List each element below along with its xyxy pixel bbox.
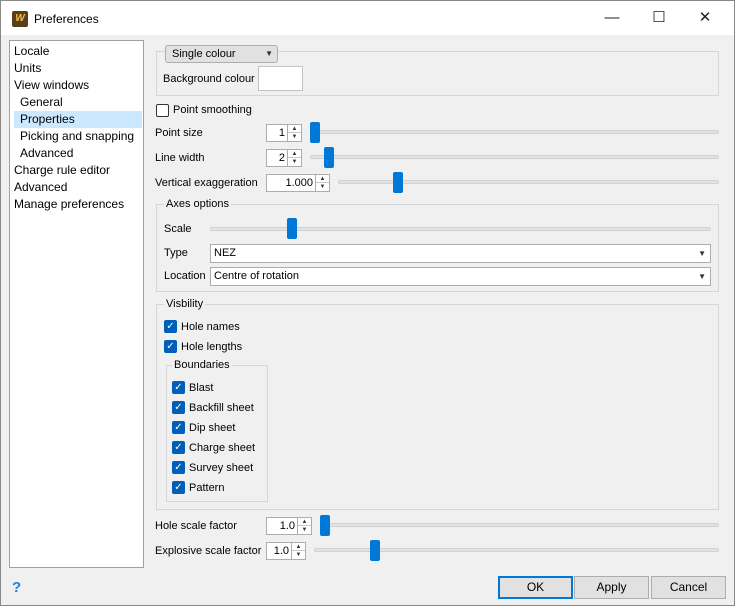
ok-button[interactable]: OK (498, 576, 573, 599)
apply-button[interactable]: Apply (574, 576, 649, 599)
sidebar-item-view-advanced[interactable]: Advanced (20, 145, 142, 162)
sidebar-item-view-windows[interactable]: View windows (14, 77, 142, 94)
vertical-exaggeration-spinbox[interactable]: 1.000 ▲ ▼ (266, 174, 330, 192)
axes-location-label: Location (164, 270, 206, 282)
backfill-sheet-checkbox[interactable] (172, 401, 185, 414)
cancel-button[interactable]: Cancel (651, 576, 726, 599)
axes-scale-slider-handle[interactable] (287, 218, 297, 239)
hole-scale-factor-value: 1.0 (279, 520, 295, 532)
sidebar-item-charge-rule-editor[interactable]: Charge rule editor (14, 162, 142, 179)
explosive-scale-factor-label: Explosive scale factor (155, 545, 262, 557)
spin-down-icon[interactable]: ▼ (288, 158, 301, 166)
explosive-scale-factor-spinbox[interactable]: 1.0 ▲ ▼ (266, 542, 306, 560)
window-title: Preferences (34, 12, 99, 26)
axes-scale-slider-track[interactable] (210, 227, 711, 231)
sidebar-item-general[interactable]: General (20, 94, 142, 111)
line-width-slider-track[interactable] (310, 155, 719, 159)
visibility-legend: Visbility (164, 298, 206, 310)
dip-sheet-label: Dip sheet (189, 422, 236, 434)
axes-options-legend: Axes options (164, 198, 231, 210)
minimize-button[interactable]: — (589, 1, 635, 35)
background-colour-swatch[interactable] (258, 66, 303, 91)
charge-sheet-label: Charge sheet (189, 442, 256, 454)
background-mode-value: Single colour (172, 48, 236, 60)
blast-label: Blast (189, 382, 214, 394)
axes-type-label: Type (164, 247, 188, 259)
hole-names-label: Hole names (181, 321, 240, 333)
dip-sheet-checkbox[interactable] (172, 421, 185, 434)
sidebar-item-locale[interactable]: Locale (14, 43, 142, 60)
hole-scale-factor-label: Hole scale factor (155, 520, 237, 532)
hole-lengths-label: Hole lengths (181, 341, 243, 353)
app-logo-icon: W (12, 11, 28, 27)
chevron-down-icon: ▼ (265, 49, 273, 58)
point-size-slider-handle[interactable] (310, 122, 320, 143)
maximize-button[interactable]: ☐ (636, 1, 682, 35)
vertical-exaggeration-value: 1.000 (285, 177, 313, 189)
spin-up-icon[interactable]: ▲ (298, 518, 311, 526)
survey-sheet-label: Survey sheet (189, 462, 254, 474)
line-width-spinbox[interactable]: 2 ▲ ▼ (266, 149, 302, 167)
spin-down-icon[interactable]: ▼ (292, 551, 305, 559)
background-mode-dropdown[interactable]: Single colour ▼ (165, 45, 278, 63)
spin-up-icon[interactable]: ▲ (316, 175, 329, 183)
spin-down-icon[interactable]: ▼ (316, 183, 329, 191)
point-size-spinbox[interactable]: 1 ▲ ▼ (266, 124, 302, 142)
boundaries-legend: Boundaries (172, 359, 232, 371)
axes-location-dropdown[interactable]: Centre of rotation ▼ (210, 267, 711, 286)
point-smoothing-checkbox[interactable] (156, 104, 169, 117)
sidebar-item-manage-preferences[interactable]: Manage preferences (14, 196, 142, 213)
spin-down-icon[interactable]: ▼ (298, 526, 311, 534)
point-size-label: Point size (155, 127, 203, 139)
line-width-slider-handle[interactable] (324, 147, 334, 168)
blast-checkbox[interactable] (172, 381, 185, 394)
vertical-exaggeration-slider-handle[interactable] (393, 172, 403, 193)
point-size-slider-track[interactable] (310, 130, 719, 134)
point-size-value: 1 (278, 127, 285, 139)
vertical-exaggeration-label: Vertical exaggeration (155, 177, 258, 189)
background-colour-label: Background colour (163, 73, 255, 85)
sidebar-item-properties[interactable]: Properties (14, 111, 142, 128)
chevron-down-icon: ▼ (698, 249, 706, 258)
backfill-sheet-label: Backfill sheet (189, 402, 254, 414)
sidebar-tree[interactable]: Locale Units View windows General Proper… (9, 40, 144, 568)
chevron-down-icon: ▼ (698, 272, 706, 281)
pattern-label: Pattern (189, 482, 225, 494)
help-icon[interactable]: ? (12, 579, 21, 596)
sidebar-item-units[interactable]: Units (14, 60, 142, 77)
point-smoothing-label: Point smoothing (173, 104, 252, 116)
title-bar: W Preferences — ☐ ✕ (1, 1, 734, 35)
pattern-checkbox[interactable] (172, 481, 185, 494)
line-width-label: Line width (155, 152, 205, 164)
hole-scale-factor-slider-handle[interactable] (320, 515, 330, 536)
sidebar-item-advanced[interactable]: Advanced (14, 179, 142, 196)
preferences-window: W Preferences — ☐ ✕ Locale Units View wi… (0, 0, 735, 606)
hole-scale-factor-spinbox[interactable]: 1.0 ▲ ▼ (266, 517, 312, 535)
charge-sheet-checkbox[interactable] (172, 441, 185, 454)
axes-type-value: NEZ (214, 247, 236, 259)
hole-names-checkbox[interactable] (164, 320, 177, 333)
spin-down-icon[interactable]: ▼ (288, 133, 301, 141)
axes-location-value: Centre of rotation (214, 270, 299, 282)
explosive-scale-factor-slider-handle[interactable] (370, 540, 380, 561)
survey-sheet-checkbox[interactable] (172, 461, 185, 474)
explosive-scale-factor-value: 1.0 (273, 545, 289, 557)
close-button[interactable]: ✕ (682, 1, 728, 35)
spin-up-icon[interactable]: ▲ (288, 150, 301, 158)
axes-scale-label: Scale (164, 223, 192, 235)
spin-up-icon[interactable]: ▲ (292, 543, 305, 551)
spin-up-icon[interactable]: ▲ (288, 125, 301, 133)
hole-scale-factor-slider-track[interactable] (320, 523, 719, 527)
hole-lengths-checkbox[interactable] (164, 340, 177, 353)
line-width-value: 2 (278, 152, 285, 164)
sidebar-item-picking-and-snapping[interactable]: Picking and snapping (20, 128, 142, 145)
axes-type-dropdown[interactable]: NEZ ▼ (210, 244, 711, 263)
